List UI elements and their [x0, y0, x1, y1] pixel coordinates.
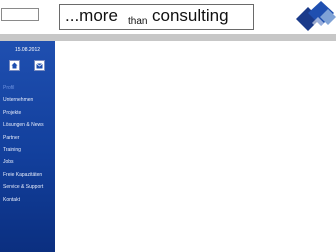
- sidebar: 15.08.2012 Profil Unternehmen Projekte L…: [0, 41, 55, 252]
- sidebar-item-loesungen-news[interactable]: Lösungen & News: [0, 119, 55, 131]
- sidebar-nav: Profil Unternehmen Projekte Lösungen & N…: [0, 82, 55, 206]
- sidebar-item-partner[interactable]: Partner: [0, 132, 55, 144]
- slogan-banner: ...more than consulting: [59, 4, 254, 30]
- slogan-than: than: [128, 16, 148, 27]
- header-divider: [0, 34, 336, 41]
- sidebar-item-training[interactable]: Training: [0, 144, 55, 156]
- page: ...more than consulting 15.08.2012 Profi…: [0, 0, 336, 252]
- sidebar-item-jobs[interactable]: Jobs: [0, 156, 55, 168]
- slogan-more: ...more: [65, 6, 118, 25]
- sidebar-item-profil[interactable]: Profil: [0, 82, 55, 94]
- current-date: 15.08.2012: [14, 47, 41, 53]
- sidebar-item-unternehmen[interactable]: Unternehmen: [0, 94, 55, 106]
- company-logo-icon[interactable]: [290, 1, 336, 33]
- sidebar-item-service-support[interactable]: Service & Support: [0, 181, 55, 193]
- sidebar-item-projekte[interactable]: Projekte: [0, 107, 55, 119]
- home-icon[interactable]: [9, 60, 20, 71]
- sidebar-item-kontakt[interactable]: Kontakt: [0, 194, 55, 206]
- header-small-box: [1, 8, 39, 21]
- header: ...more than consulting: [0, 0, 336, 34]
- sidebar-item-freie-kapazitaeten[interactable]: Freie Kapazitäten: [0, 169, 55, 181]
- slogan-consulting: consulting: [152, 6, 229, 25]
- mail-icon[interactable]: [34, 60, 45, 71]
